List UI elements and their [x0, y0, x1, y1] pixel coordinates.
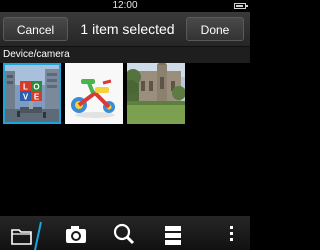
svg-text:E: E — [34, 93, 40, 102]
cathedral-image — [127, 63, 185, 124]
list-view-icon — [165, 226, 181, 245]
folder-icon — [11, 221, 42, 250]
done-button[interactable]: Done — [186, 17, 244, 41]
tab-folders[interactable] — [0, 216, 42, 250]
cancel-button[interactable]: Cancel — [3, 17, 68, 41]
folder-section-header: Device/camera — [0, 47, 250, 63]
svg-text:L: L — [23, 83, 28, 92]
tab-camera[interactable] — [55, 216, 97, 250]
selection-count-title: 1 item selected — [80, 21, 175, 37]
svg-text:V: V — [23, 93, 29, 102]
camera-icon — [66, 226, 86, 243]
status-time: 12:00 — [112, 0, 138, 11]
search-icon — [113, 223, 135, 245]
status-bar: 12:00 — [0, 0, 250, 12]
photo-thumbnail-love-sculpture[interactable]: L O V E — [3, 63, 61, 124]
search-button[interactable] — [104, 216, 146, 250]
title-bar: Cancel 1 item selected Done — [0, 12, 250, 47]
love-sculpture-image: L O V E — [5, 65, 59, 122]
overflow-menu-button[interactable] — [212, 216, 250, 250]
battery-icon — [234, 3, 248, 9]
tricycle-image — [65, 63, 123, 124]
file-picker-screen: 12:00 Cancel 1 item selected Done Device… — [0, 0, 250, 250]
view-toggle-button[interactable] — [152, 216, 194, 250]
bottom-action-bar — [0, 216, 250, 250]
svg-text:O: O — [33, 83, 39, 92]
photo-thumbnail-cathedral[interactable] — [127, 63, 185, 124]
photo-thumbnail-tricycle[interactable] — [65, 63, 123, 124]
folder-path-label: Device/camera — [3, 49, 70, 60]
overflow-menu-icon — [230, 226, 233, 241]
